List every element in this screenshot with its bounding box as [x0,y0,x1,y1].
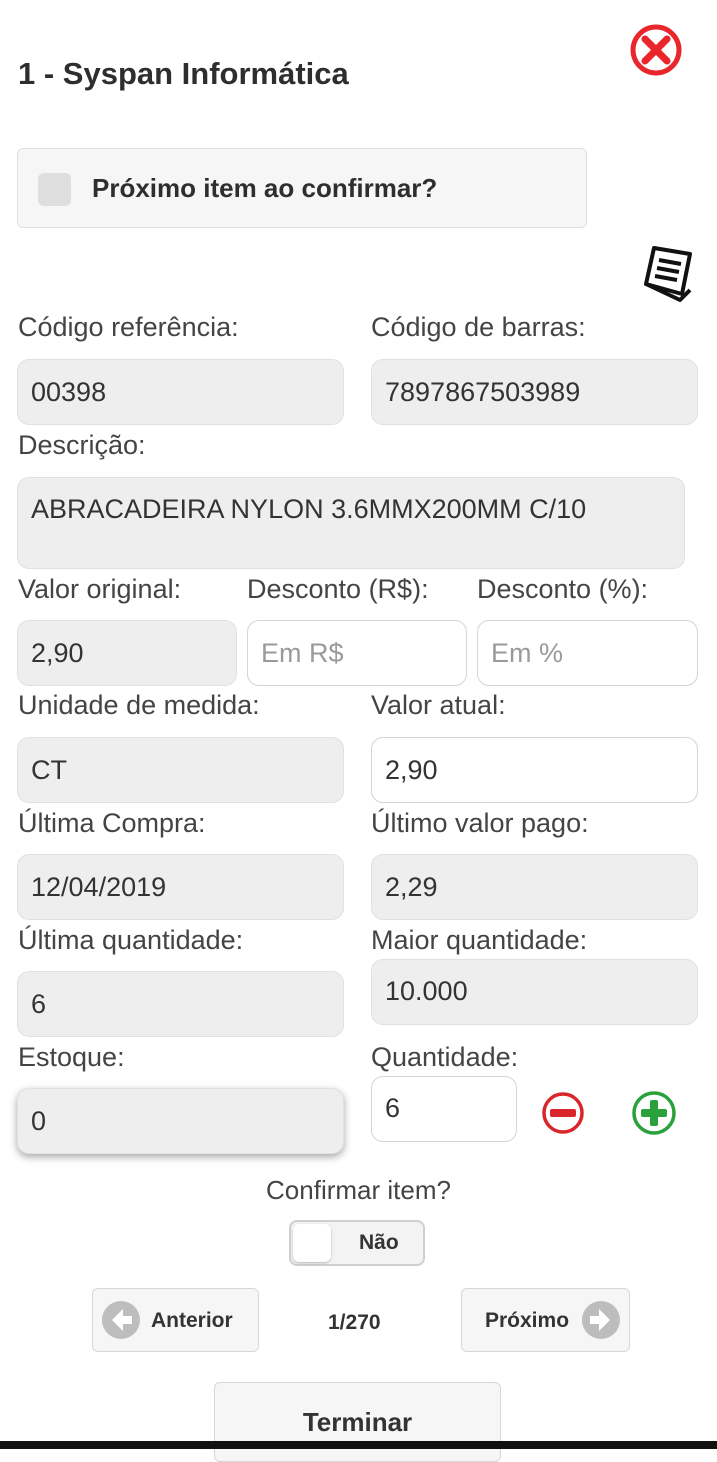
increase-quantity-button[interactable] [631,1090,677,1136]
discount-pct-label: Desconto (%): [477,574,649,604]
unit-label: Unidade de medida: [18,690,260,720]
last-qty-label: Última quantidade: [18,925,244,955]
next-button[interactable]: Próximo [461,1288,630,1352]
current-value-input[interactable]: 2,90 [371,737,698,803]
close-button[interactable] [628,24,684,76]
close-icon [630,24,682,76]
previous-label: Anterior [151,1309,233,1332]
ref-code-label: Código referência: [18,312,239,342]
discount-pct-input[interactable]: Em % [477,620,698,686]
next-item-label: Próximo item ao confirmar? [92,173,438,203]
discount-rs-input[interactable]: Em R$ [247,620,467,686]
bottom-edge [0,1441,717,1449]
decrease-quantity-button[interactable] [541,1091,585,1135]
page-counter: 1/270 [328,1311,381,1334]
next-item-option[interactable]: Próximo item ao confirmar? [17,148,587,228]
description-label: Descrição: [18,430,146,460]
last-purchase-label: Última Compra: [18,808,206,838]
confirm-item-toggle[interactable]: Não [289,1220,425,1266]
next-label: Próximo [485,1309,570,1332]
original-value-label: Valor original: [18,574,182,604]
arrow-left-icon [102,1301,140,1339]
discount-rs-label: Desconto (R$): [247,574,429,604]
description-field[interactable]: ABRACADEIRA NYLON 3.6MMX200MM C/10 [17,477,685,569]
barcode-label: Código de barras: [371,312,586,342]
finish-button[interactable]: Terminar [214,1382,501,1462]
next-item-checkbox[interactable] [38,173,71,206]
page-title: 1 - Syspan Informática [18,56,349,91]
toggle-knob [293,1224,331,1262]
stock-label: Estoque: [18,1042,125,1072]
plus-circle-icon [632,1091,676,1135]
quantity-label: Quantidade: [371,1042,519,1072]
unit-field[interactable]: CT [17,737,344,803]
last-paid-field[interactable]: 2,29 [371,854,698,920]
previous-button[interactable]: Anterior [92,1288,259,1352]
max-qty-label: Maior quantidade: [371,925,588,955]
confirm-item-label: Confirmar item? [266,1175,451,1205]
current-value-label: Valor atual: [371,690,506,720]
toggle-text: Não [359,1231,399,1254]
last-purchase-field[interactable]: 12/04/2019 [17,854,344,920]
last-qty-field[interactable]: 6 [17,971,344,1037]
last-paid-label: Último valor pago: [371,808,589,838]
minus-circle-icon [542,1092,584,1134]
stock-field[interactable]: 0 [17,1088,344,1154]
quantity-input[interactable]: 6 [371,1076,517,1142]
receipt-button[interactable] [640,240,698,302]
ref-code-field[interactable]: 00398 [17,359,344,425]
arrow-right-icon [582,1301,620,1339]
barcode-field[interactable]: 7897867503989 [371,359,698,425]
max-qty-field[interactable]: 10.000 [371,959,698,1025]
receipt-icon [644,246,692,302]
original-value-field[interactable]: 2,90 [17,620,237,686]
